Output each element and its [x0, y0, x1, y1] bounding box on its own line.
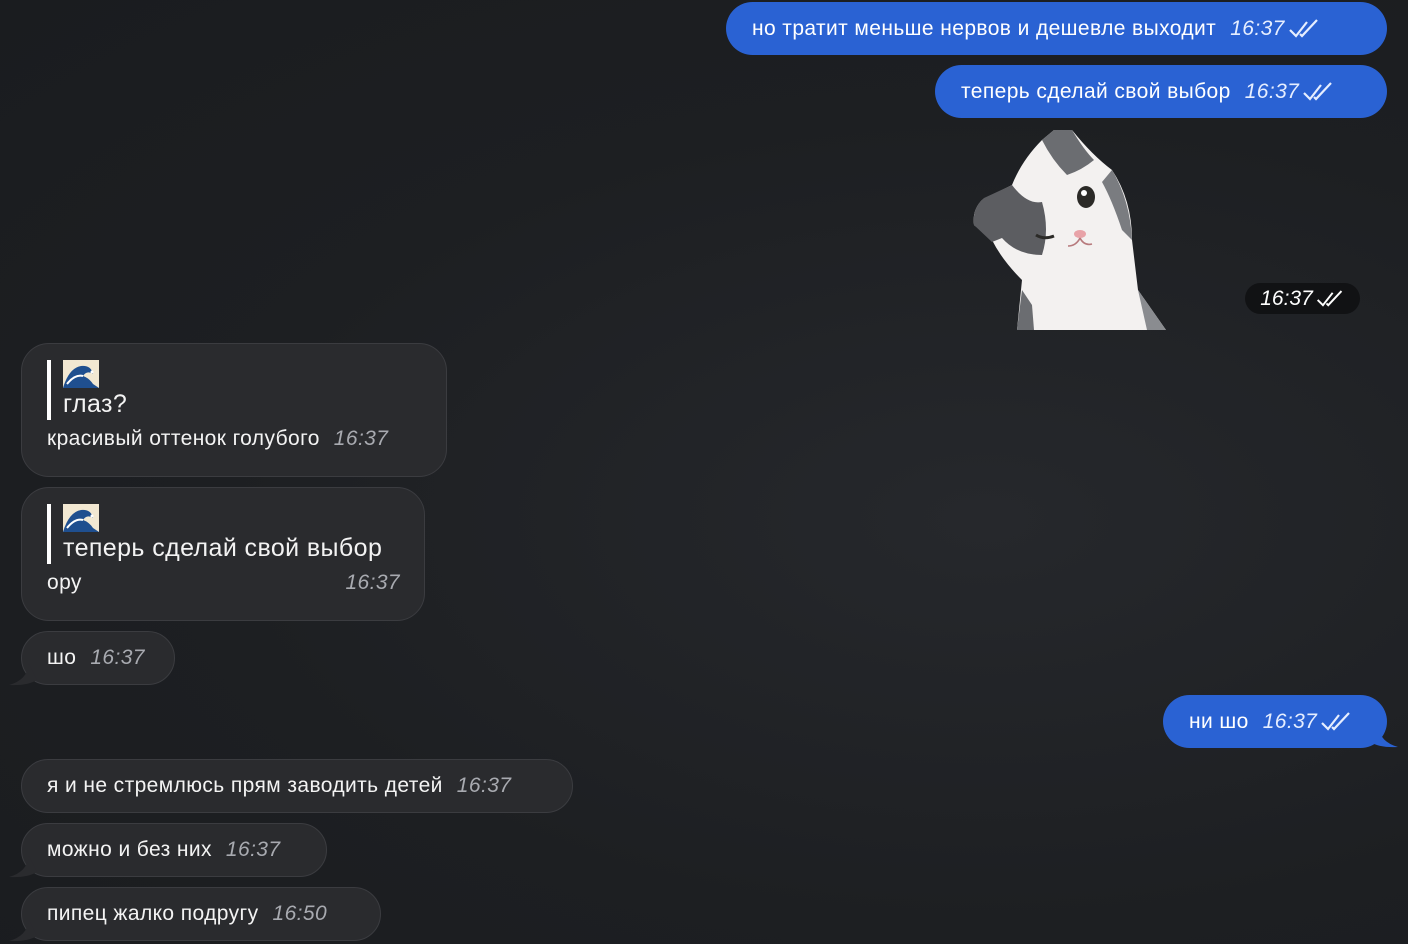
message-text: пипец жалко подругу [47, 902, 259, 925]
sticker-time-badge: 16:37 [1245, 283, 1360, 314]
double-check-icon [1288, 18, 1318, 38]
message-text: ни шо [1189, 709, 1249, 733]
incoming-message[interactable]: пипец жалко подругу 16:50 [21, 887, 381, 941]
message-text: красивый оттенок голубого [47, 427, 320, 450]
message-text: ору [47, 571, 82, 594]
quoted-text: глаз? [63, 390, 128, 418]
double-check-icon [1303, 81, 1333, 101]
outgoing-message[interactable]: теперь сделай свой выбор 16:37 [935, 65, 1387, 118]
bubble-tail [9, 664, 37, 686]
message-text: но тратит меньше нервов и дешевле выходи… [752, 16, 1217, 40]
bubble-tail [1370, 726, 1398, 748]
incoming-message[interactable]: шо 16:37 [21, 631, 175, 685]
incoming-message[interactable]: можно и без них 16:37 [21, 823, 327, 877]
outgoing-message[interactable]: но тратит меньше нервов и дешевле выходи… [726, 2, 1387, 55]
wave-emoji-icon [63, 504, 99, 532]
message-time: 16:37 [1262, 709, 1318, 733]
message-text: я и не стремлюсь прям заводить детей [47, 774, 443, 797]
message-time: 16:37 [345, 571, 400, 594]
message-time: 16:37 [225, 838, 281, 861]
reply-quote[interactable]: теперь сделай свой выбор [47, 504, 400, 564]
message-text: шо [47, 646, 77, 669]
incoming-reply-message[interactable]: теперь сделай свой выбор ору 16:37 [21, 487, 425, 621]
message-text: можно и без них [47, 838, 212, 861]
message-text: теперь сделай свой выбор [961, 79, 1231, 103]
message-time: 16:37 [90, 646, 145, 669]
message-time: 16:37 [1244, 79, 1300, 103]
wave-emoji-icon [63, 360, 99, 388]
outgoing-message[interactable]: ни шо 16:37 [1163, 695, 1387, 748]
message-time: 16:37 [456, 774, 512, 797]
bubble-tail [9, 856, 37, 878]
message-time: 16:37 [1230, 16, 1285, 40]
message-time: 16:50 [272, 902, 328, 925]
incoming-reply-message[interactable]: глаз? красивый оттенок голубого 16:37 [21, 343, 447, 477]
reply-quote[interactable]: глаз? [47, 360, 422, 420]
bubble-tail [9, 920, 37, 942]
double-check-icon [1316, 289, 1342, 307]
message-time: 16:37 [1260, 286, 1313, 310]
quoted-text: теперь сделай свой выбор [63, 534, 383, 562]
message-time: 16:37 [333, 427, 389, 450]
incoming-message[interactable]: я и не стремлюсь прям заводить детей 16:… [21, 759, 573, 813]
double-check-icon [1321, 711, 1351, 731]
chat-area[interactable]: но тратит меньше нервов и дешевле выходи… [0, 0, 1408, 944]
cat-sticker-icon[interactable] [972, 130, 1166, 330]
